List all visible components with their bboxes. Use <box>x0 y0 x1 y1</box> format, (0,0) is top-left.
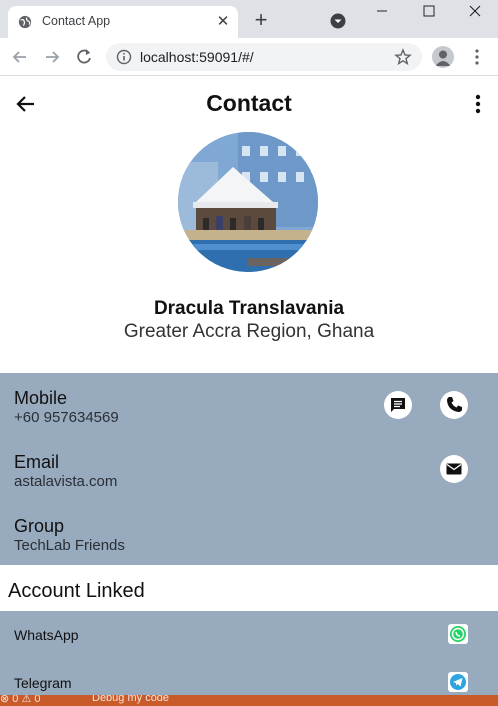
browser-toolbar: localhost:59091/#/ <box>0 38 498 76</box>
message-button[interactable] <box>384 391 412 419</box>
contact-name: Dracula Translavania <box>153 298 345 319</box>
browser-tab-strip: Contact App ✕ + <box>0 0 498 38</box>
status-bar: ⊗ 0 ⚠ 0 Debug my code <box>0 695 498 706</box>
linked-accounts-panel: WhatsApp Telegram <box>0 611 498 695</box>
contact-details-panel: Mobile +60 957634569 Email astalavista.c… <box>0 373 498 565</box>
group-label: Group <box>14 516 65 536</box>
email-value: astalavista.com <box>14 473 118 490</box>
avatar-photo <box>178 132 318 272</box>
message-icon <box>391 398 405 412</box>
url-text[interactable]: localhost:59091/#/ <box>140 49 254 65</box>
whatsapp-icon[interactable] <box>448 624 468 644</box>
mobile-label: Mobile <box>14 388 68 408</box>
reload-icon[interactable] <box>74 47 94 67</box>
group-value: TechLab Friends <box>14 537 125 554</box>
browser-tab[interactable]: Contact App ✕ <box>8 6 238 38</box>
tab-title: Contact App <box>42 14 111 28</box>
back-arrow-icon[interactable] <box>10 47 30 67</box>
problem-counts[interactable]: ⊗ 0 ⚠ 0 <box>0 695 40 705</box>
tab-close-icon[interactable]: ✕ <box>214 13 232 31</box>
bookmark-star-icon[interactable] <box>394 48 412 66</box>
maximize-icon[interactable] <box>418 0 440 24</box>
forward-arrow-icon[interactable] <box>42 47 62 67</box>
debug-label[interactable]: Debug my code <box>92 695 169 704</box>
minimize-icon[interactable] <box>372 0 392 24</box>
globe-icon <box>18 15 32 29</box>
more-vert-icon[interactable] <box>470 92 486 116</box>
browser-menu-icon[interactable] <box>470 48 484 66</box>
address-bar[interactable]: localhost:59091/#/ <box>106 43 422 71</box>
contact-avatar <box>178 132 318 272</box>
account-telegram-label[interactable]: Telegram <box>14 675 72 691</box>
contact-location: Greater Accra Region, Ghana <box>123 321 375 342</box>
tab-search-icon[interactable] <box>330 13 346 29</box>
mobile-value: +60 957634569 <box>14 409 119 426</box>
mail-icon <box>446 463 462 475</box>
email-button[interactable] <box>440 455 468 483</box>
telegram-icon[interactable] <box>448 672 468 692</box>
phone-icon <box>447 397 462 412</box>
info-icon[interactable] <box>116 49 132 65</box>
app-bar: Contact <box>0 77 498 131</box>
accounts-heading: Account Linked <box>8 580 145 602</box>
call-button[interactable] <box>440 391 468 419</box>
email-label: Email <box>14 452 60 472</box>
new-tab-button[interactable]: + <box>250 9 272 32</box>
account-whatsapp-label[interactable]: WhatsApp <box>14 627 79 643</box>
page-title: Contact <box>206 90 292 116</box>
profile-avatar-icon[interactable] <box>432 46 454 68</box>
window-close-icon[interactable] <box>464 0 486 24</box>
